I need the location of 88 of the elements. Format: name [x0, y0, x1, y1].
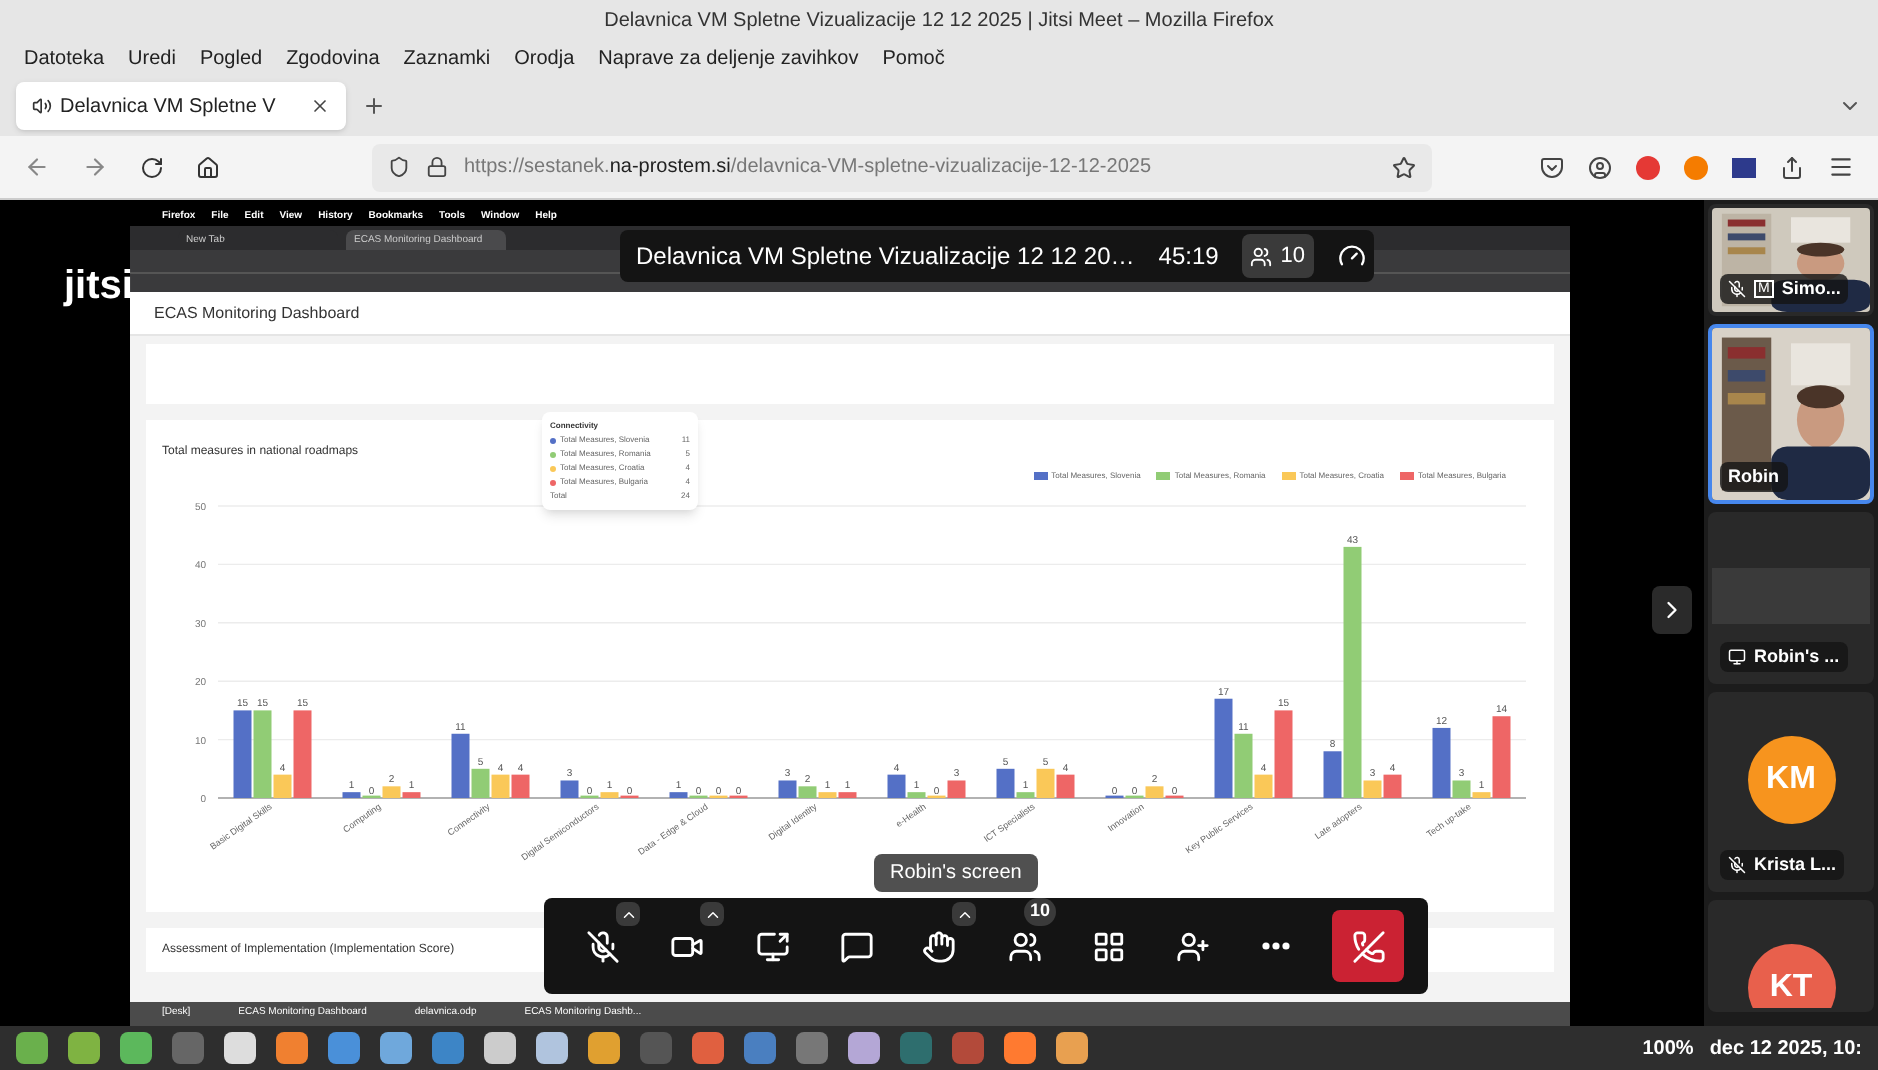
- participant-name: Simo...: [1781, 275, 1841, 302]
- mic-muted-icon: [1728, 856, 1746, 874]
- app-icon[interactable]: [380, 1032, 412, 1064]
- next-button[interactable]: [1652, 586, 1692, 634]
- menu-item[interactable]: Pogled: [199, 43, 263, 73]
- legend-swatch: [1156, 472, 1171, 480]
- caret-icon[interactable]: [616, 902, 640, 926]
- participant-tile[interactable]: Robin: [1708, 324, 1874, 504]
- caret-icon[interactable]: [700, 902, 724, 926]
- app-icon[interactable]: [120, 1032, 152, 1064]
- bar: [233, 710, 252, 798]
- menu-item[interactable]: Datoteka: [24, 43, 105, 73]
- bookmark-star-icon[interactable]: [1392, 155, 1416, 179]
- app-icon[interactable]: [224, 1032, 256, 1064]
- app-icon[interactable]: [68, 1032, 100, 1064]
- close-icon[interactable]: [310, 96, 330, 116]
- forward-button[interactable]: [82, 154, 108, 180]
- app-icon[interactable]: [848, 1032, 880, 1064]
- app-icon[interactable]: [16, 1032, 48, 1064]
- menu-item[interactable]: Pomoč: [882, 43, 945, 73]
- adblock-icon[interactable]: [1636, 155, 1660, 179]
- add-person-icon: [1175, 929, 1209, 963]
- meeting-timer: 45:19: [1158, 240, 1219, 274]
- microphone-muted-icon: [585, 929, 619, 963]
- participant-name: Robin: [1728, 463, 1779, 490]
- bar: [1383, 774, 1402, 798]
- bar: [511, 774, 530, 798]
- lock-icon: [426, 156, 448, 178]
- participant-name: Krista L...: [1754, 851, 1837, 878]
- bar: [491, 774, 510, 798]
- menu-item[interactable]: Naprave za deljenje zavihkov: [598, 43, 859, 73]
- back-button[interactable]: [24, 154, 50, 180]
- reload-button[interactable]: [140, 155, 164, 179]
- pocket-icon[interactable]: [1540, 155, 1564, 179]
- participants-counter[interactable]: 10: [1242, 234, 1314, 278]
- app-icon[interactable]: [1056, 1032, 1088, 1064]
- avatar: KT: [1747, 944, 1835, 1008]
- screen-label: Robin's screen: [874, 854, 1038, 892]
- participant-tile[interactable]: KM Krista L...: [1708, 692, 1874, 892]
- account-icon[interactable]: [1588, 155, 1612, 179]
- battery-level: 100%: [1642, 1035, 1694, 1063]
- app-icon[interactable]: [484, 1032, 516, 1064]
- hang-up-icon: [1351, 929, 1385, 963]
- participant-tile[interactable]: Robin's ...: [1708, 512, 1874, 684]
- menu-item[interactable]: Uredi: [128, 43, 176, 73]
- browser-tab[interactable]: Delavnica VM Spletne V: [16, 82, 346, 130]
- connection-icon[interactable]: [1337, 242, 1366, 270]
- jitsi-logo: jitsi: [64, 262, 133, 312]
- app-icon[interactable]: [1004, 1032, 1036, 1064]
- legend-swatch: [1281, 472, 1296, 480]
- app-icon[interactable]: [276, 1032, 308, 1064]
- app-icon[interactable]: [536, 1032, 568, 1064]
- dashboard-title: ECAS Monitoring Dashboard: [154, 301, 360, 325]
- shield-icon: [388, 156, 410, 178]
- menu-item[interactable]: Zaznamki: [403, 43, 491, 73]
- people-icon: [1007, 929, 1041, 963]
- audio-icon: [32, 96, 52, 116]
- tab-title: Delavnica VM Spletne V: [60, 93, 276, 121]
- extension-icon[interactable]: [1732, 157, 1756, 177]
- menu-icon[interactable]: [1828, 154, 1854, 180]
- screen-share-icon: [1728, 648, 1746, 666]
- menu-item[interactable]: Orodja: [514, 43, 575, 73]
- hang-up-button[interactable]: [1332, 910, 1404, 982]
- meeting-title: Delavnica VM Spletne Vizualizacije 12 12 20…: [636, 240, 1135, 274]
- avatar: KM: [1747, 736, 1835, 824]
- home-button[interactable]: [196, 155, 220, 179]
- chat-bubble-icon: [839, 929, 873, 963]
- bar: [1056, 774, 1075, 798]
- participant-name: Robin's ...: [1754, 643, 1840, 670]
- app-icon[interactable]: [588, 1032, 620, 1064]
- app-icon[interactable]: [328, 1032, 360, 1064]
- clock: dec 12 2025, 10:: [1709, 1035, 1862, 1063]
- new-tab-button[interactable]: [362, 94, 386, 118]
- grid-icon: [1091, 929, 1125, 963]
- window-title: Delavnica VM Spletne Vizualizacije 12 12 2025 | Jitsi Meet – Mozilla Firefox: [604, 7, 1274, 35]
- menu-item[interactable]: Zgodovina: [286, 43, 380, 73]
- legend-swatch: [1399, 472, 1414, 480]
- legend-swatch: [1033, 472, 1048, 480]
- mic-muted-icon: [1728, 280, 1746, 298]
- caret-icon[interactable]: [952, 902, 976, 926]
- hand-icon: [921, 929, 955, 963]
- share-icon[interactable]: [1780, 155, 1804, 179]
- address-bar[interactable]: https://sestanek.na-prostem.si/delavnica-VM-spletne-vizualizacije-12-12-2025: [372, 143, 1432, 191]
- url-text: https://sestanek.na-prostem.si/delavnica-VM-spletne-vizualizacije-12-12-2025: [464, 156, 1152, 178]
- people-icon: [1250, 245, 1273, 267]
- more-icon: [1262, 942, 1290, 950]
- screen-share-icon: [755, 929, 789, 963]
- count-badge: 10: [1023, 898, 1056, 925]
